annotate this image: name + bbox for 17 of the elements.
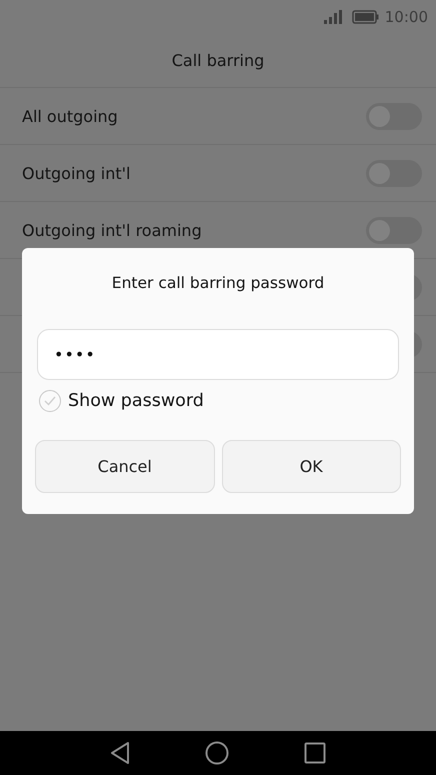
ok-button[interactable]: OK xyxy=(222,440,401,493)
home-icon[interactable] xyxy=(205,741,229,765)
setting-label: Outgoing int'l roaming xyxy=(22,220,202,240)
dialog-title: Enter call barring password xyxy=(110,274,326,292)
back-icon[interactable] xyxy=(110,741,130,765)
checkbox[interactable] xyxy=(39,390,61,412)
clock-time: 10:00 xyxy=(384,8,428,26)
checkbox-label: Show password xyxy=(68,391,204,411)
page-title: Call barring xyxy=(172,51,264,70)
signal-icon xyxy=(324,10,342,24)
cancel-button[interactable]: Cancel xyxy=(35,440,214,493)
battery-icon xyxy=(352,10,379,24)
password-field[interactable]: •••• xyxy=(37,329,399,380)
setting-label: All outgoing xyxy=(22,106,118,126)
recents-icon[interactable] xyxy=(304,742,326,764)
setting-label: Outgoing int'l xyxy=(22,164,130,182)
checkmark-icon xyxy=(43,395,57,407)
